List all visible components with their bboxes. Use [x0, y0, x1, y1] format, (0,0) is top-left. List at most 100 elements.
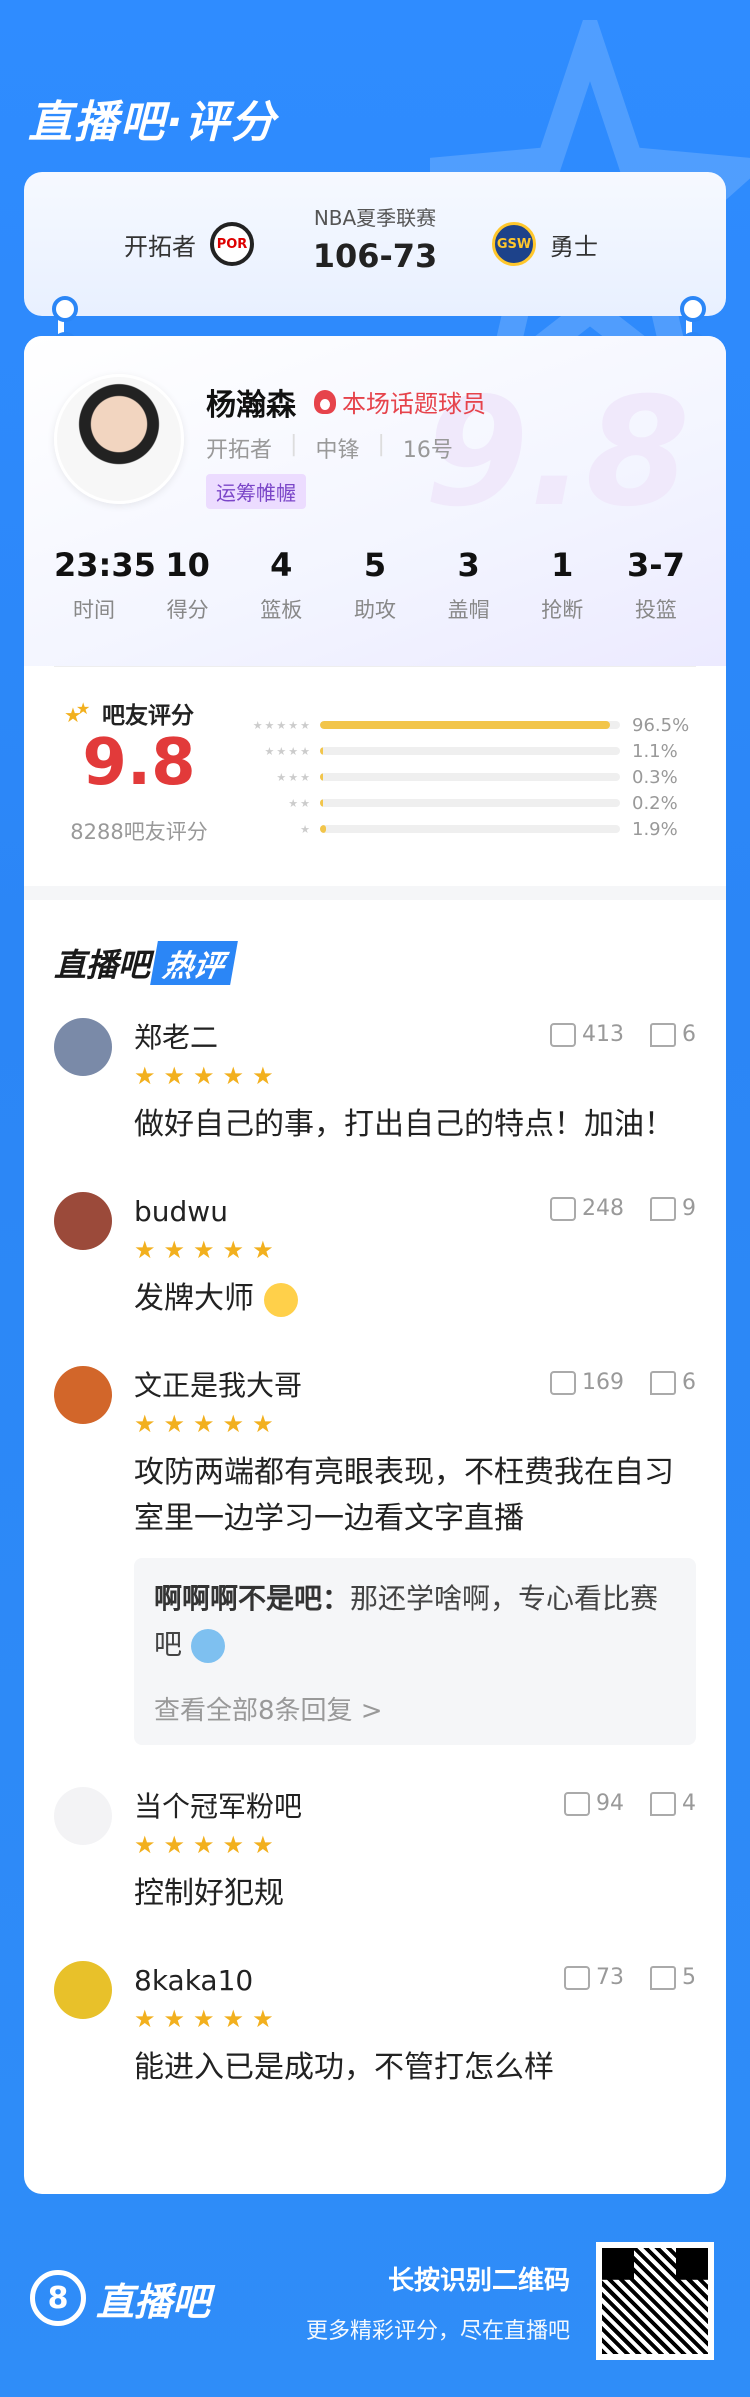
commenter-avatar[interactable] — [54, 1018, 112, 1076]
comment-item: 当个冠军粉吧 94 4 ★★★★★ 控制好犯规 — [24, 1787, 726, 1917]
footer-line1: 长按识别二维码 — [387, 2266, 570, 2296]
match-score: 106-73 — [312, 237, 438, 275]
player-number: 16号 — [402, 438, 453, 463]
reply-button[interactable]: 4 — [650, 1791, 696, 1816]
dist-bar-fill — [320, 825, 326, 833]
hot-title-badge: 热评 — [150, 941, 238, 985]
comment-icon — [650, 1370, 676, 1395]
dist-pct: 1.9% — [632, 818, 678, 840]
reply-button[interactable]: 6 — [650, 1022, 696, 1047]
rating-card: 9.8 杨瀚森 本场话题球员 开拓者 | 中锋 | 16号 运筹帷幄 23:35… — [24, 336, 726, 2194]
dist-pct: 0.2% — [632, 792, 678, 814]
comment-icon — [650, 1791, 676, 1816]
dist-stars-icon: ★★★ — [276, 770, 312, 784]
qr-code[interactable] — [596, 2242, 714, 2360]
thumbs-up-icon — [550, 1370, 576, 1395]
player-stats: 23:35 时间 10 得分 4 篮板 5 助攻 3 盖帽 1 抢断 3-7 投篮 — [54, 546, 696, 624]
comment-text: 控制好犯规 — [134, 1876, 284, 1911]
footer-logo-text: 直播吧 — [96, 2279, 211, 2324]
qr-pattern — [602, 2248, 708, 2354]
stat-time: 23:35 时间 — [54, 546, 156, 622]
comment-item: budwu 248 9 ★★★★★ 发牌大师 — [24, 1192, 726, 1322]
rating-distribution: ★★★★★ 96.5% ★★★★ 1.1% ★★★ 0.3% ★★ 0.2% ★ 1.9% — [234, 712, 694, 842]
reply-button[interactable]: 9 — [650, 1196, 696, 1221]
player-section: 9.8 杨瀚森 本场话题球员 开拓者 | 中锋 | 16号 运筹帷幄 23:35… — [24, 336, 726, 667]
stat-points: 10 得分 — [165, 546, 210, 622]
dist-stars-icon: ★ — [300, 822, 312, 836]
dist-row-2: ★★ 0.2% — [234, 790, 694, 816]
reply-text: 啊啊啊不是吧：那还学啥啊，专心看比赛吧 — [154, 1582, 659, 1663]
dist-pct: 1.1% — [632, 740, 678, 762]
view-all-replies-link[interactable]: 查看全部8条回复 > — [154, 1690, 676, 1727]
thumbs-up-icon — [564, 1791, 590, 1816]
stat-assists: 5 助攻 — [353, 546, 396, 622]
hot-comments-title: 直播吧 热评 — [54, 940, 238, 986]
comment-rating-stars: ★★★★★ — [134, 1062, 282, 1090]
comment-text: 攻防两端都有亮眼表现，不枉费我在自习室里一边学习一边看文字直播 — [134, 1455, 674, 1536]
dist-bar-track — [320, 747, 620, 755]
dist-stars-icon: ★★ — [288, 796, 312, 810]
comment-actions: 94 4 — [564, 1791, 696, 1816]
fan-rating-section: ★ ★ 吧友评分 9.8 8288吧友评分 ★★★★★ 96.5% ★★★★ 1.1%… — [24, 666, 726, 886]
commenter-avatar[interactable] — [54, 1192, 112, 1250]
comment-rating-stars: ★★★★★ — [134, 2005, 282, 2033]
thumbs-up-icon — [550, 1196, 576, 1221]
hot-player-tag: 本场话题球员 — [314, 384, 486, 419]
away-team-name: 勇士 — [550, 232, 598, 261]
dist-bar-track — [320, 799, 620, 807]
match-card: 开拓者 POR NBA夏季联赛 106-73 GSW 勇士 — [24, 172, 726, 316]
reply-button[interactable]: 6 — [650, 1370, 696, 1395]
emoji-icon — [263, 1282, 298, 1317]
like-button[interactable]: 94 — [564, 1791, 624, 1816]
player-position: 中锋 — [315, 438, 360, 463]
dist-row-1: ★ 1.9% — [234, 816, 694, 842]
comment-actions: 413 6 — [550, 1022, 696, 1047]
comment-text: 能进入已是成功，不管打怎么样 — [134, 2050, 554, 2085]
comment-actions: 248 9 — [550, 1196, 696, 1221]
reply-user: 啊啊啊不是吧： — [154, 1582, 351, 1615]
like-button[interactable]: 169 — [550, 1370, 624, 1395]
commenter-avatar[interactable] — [54, 1961, 112, 2019]
player-name: 杨瀚森 — [206, 388, 296, 423]
footer: 8 直播吧 长按识别二维码 更多精彩评分，尽在直播吧 — [0, 2210, 750, 2397]
like-button[interactable]: 248 — [550, 1196, 624, 1221]
stat-shooting: 3-7 投篮 — [627, 546, 685, 622]
dist-bar-track — [320, 773, 620, 781]
like-button[interactable]: 413 — [550, 1022, 624, 1047]
stat-steals: 1 抢断 — [541, 546, 584, 622]
fan-count: 8288吧友评分 — [70, 820, 208, 844]
stat-blocks: 3 盖帽 — [447, 546, 490, 622]
emoji-icon — [190, 1629, 225, 1663]
dist-bar-track — [320, 721, 620, 729]
dist-bar-fill — [320, 773, 323, 781]
commenter-avatar[interactable] — [54, 1787, 112, 1845]
comment-text: 发牌大师 — [134, 1276, 696, 1322]
player-meta: 开拓者 | 中锋 | 16号 — [206, 432, 453, 464]
comment-rating-stars: ★★★★★ — [134, 1831, 282, 1859]
player-tag: 运筹帷幄 — [206, 474, 306, 509]
away-team-logo-icon: GSW — [492, 222, 536, 266]
footer-text: 长按识别二维码 更多精彩评分，尽在直播吧 — [306, 2260, 570, 2345]
commenter-avatar[interactable] — [54, 1366, 112, 1424]
dist-row-4: ★★★★ 1.1% — [234, 738, 694, 764]
league-name: NBA夏季联赛 — [313, 206, 437, 230]
flame-icon — [314, 389, 336, 414]
hot-comments-header: 直播吧 热评 — [24, 900, 726, 1000]
comment-icon — [650, 1022, 676, 1047]
fan-rating-title: ★ ★ 吧友评分 — [64, 696, 194, 730]
away-team: GSW 勇士 — [492, 222, 598, 266]
reply-button[interactable]: 5 — [650, 1965, 696, 1990]
comment-rating-stars: ★★★★★ — [134, 1236, 282, 1264]
comment-item: 郑老二 413 6 ★★★★★ 做好自己的事，打出自己的特点！加油！ — [24, 1018, 726, 1148]
logo-icon: 8 — [30, 2270, 86, 2326]
fan-rating-label: 吧友评分 — [102, 703, 194, 729]
comment-actions: 73 5 — [564, 1965, 696, 1990]
dist-pct: 0.3% — [632, 766, 678, 788]
stars-icon: ★ ★ — [64, 699, 91, 727]
like-button[interactable]: 73 — [564, 1965, 624, 1990]
comment-icon — [650, 1196, 676, 1221]
thumbs-up-icon — [550, 1022, 576, 1047]
reply-preview[interactable]: 啊啊啊不是吧：那还学啥啊，专心看比赛吧 查看全部8条回复 > — [134, 1558, 696, 1745]
dist-row-3: ★★★ 0.3% — [234, 764, 694, 790]
meta-divider: | — [377, 432, 385, 457]
